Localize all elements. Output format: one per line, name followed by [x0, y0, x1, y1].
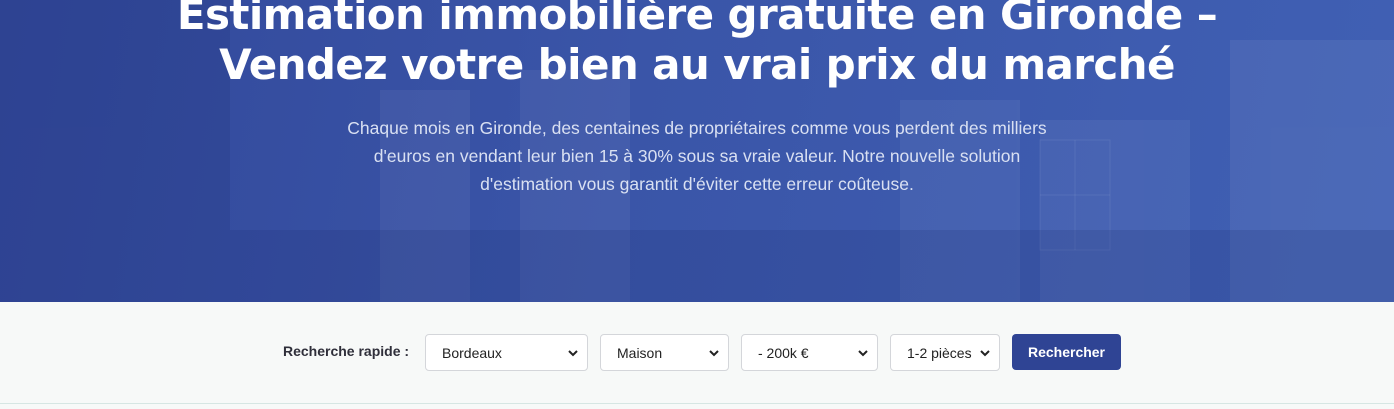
chevron-down-icon [980, 350, 990, 357]
budget-select[interactable]: - 200k € [741, 334, 878, 371]
property-type-select[interactable]: Maison [600, 334, 729, 371]
hero-title-line-2: Vendez votre bien au vrai prix du marché [219, 40, 1175, 89]
hero-section: Estimation immobilière gratuite en Giron… [0, 0, 1394, 302]
hero-description-line-2: d'euros en vendant leur bien 15 à 30% so… [373, 146, 1021, 166]
hero-description: Chaque mois en Gironde, des centaines de… [0, 114, 1394, 198]
rooms-select-value: 1-2 pièces [907, 344, 972, 361]
city-select[interactable]: Bordeaux [425, 334, 588, 371]
chevron-down-icon [568, 350, 578, 357]
chevron-down-icon [709, 350, 719, 357]
chevron-down-icon [858, 350, 868, 357]
hero-title-line-1: Estimation immobilière gratuite en Giron… [176, 0, 1218, 39]
search-button[interactable]: Rechercher [1012, 334, 1121, 370]
city-select-value: Bordeaux [442, 344, 502, 361]
budget-select-value: - 200k € [758, 344, 809, 361]
divider [0, 403, 1394, 404]
property-type-select-value: Maison [617, 344, 663, 361]
hero-title: Estimation immobilière gratuite en Giron… [0, 0, 1394, 90]
hero-description-line-1: Chaque mois en Gironde, des centaines de… [347, 118, 1047, 138]
quick-search-label: Recherche rapide : [283, 343, 410, 359]
rooms-select[interactable]: 1-2 pièces [890, 334, 1000, 371]
hero-description-line-3: d'estimation vous garantit d'éviter cett… [480, 174, 914, 194]
